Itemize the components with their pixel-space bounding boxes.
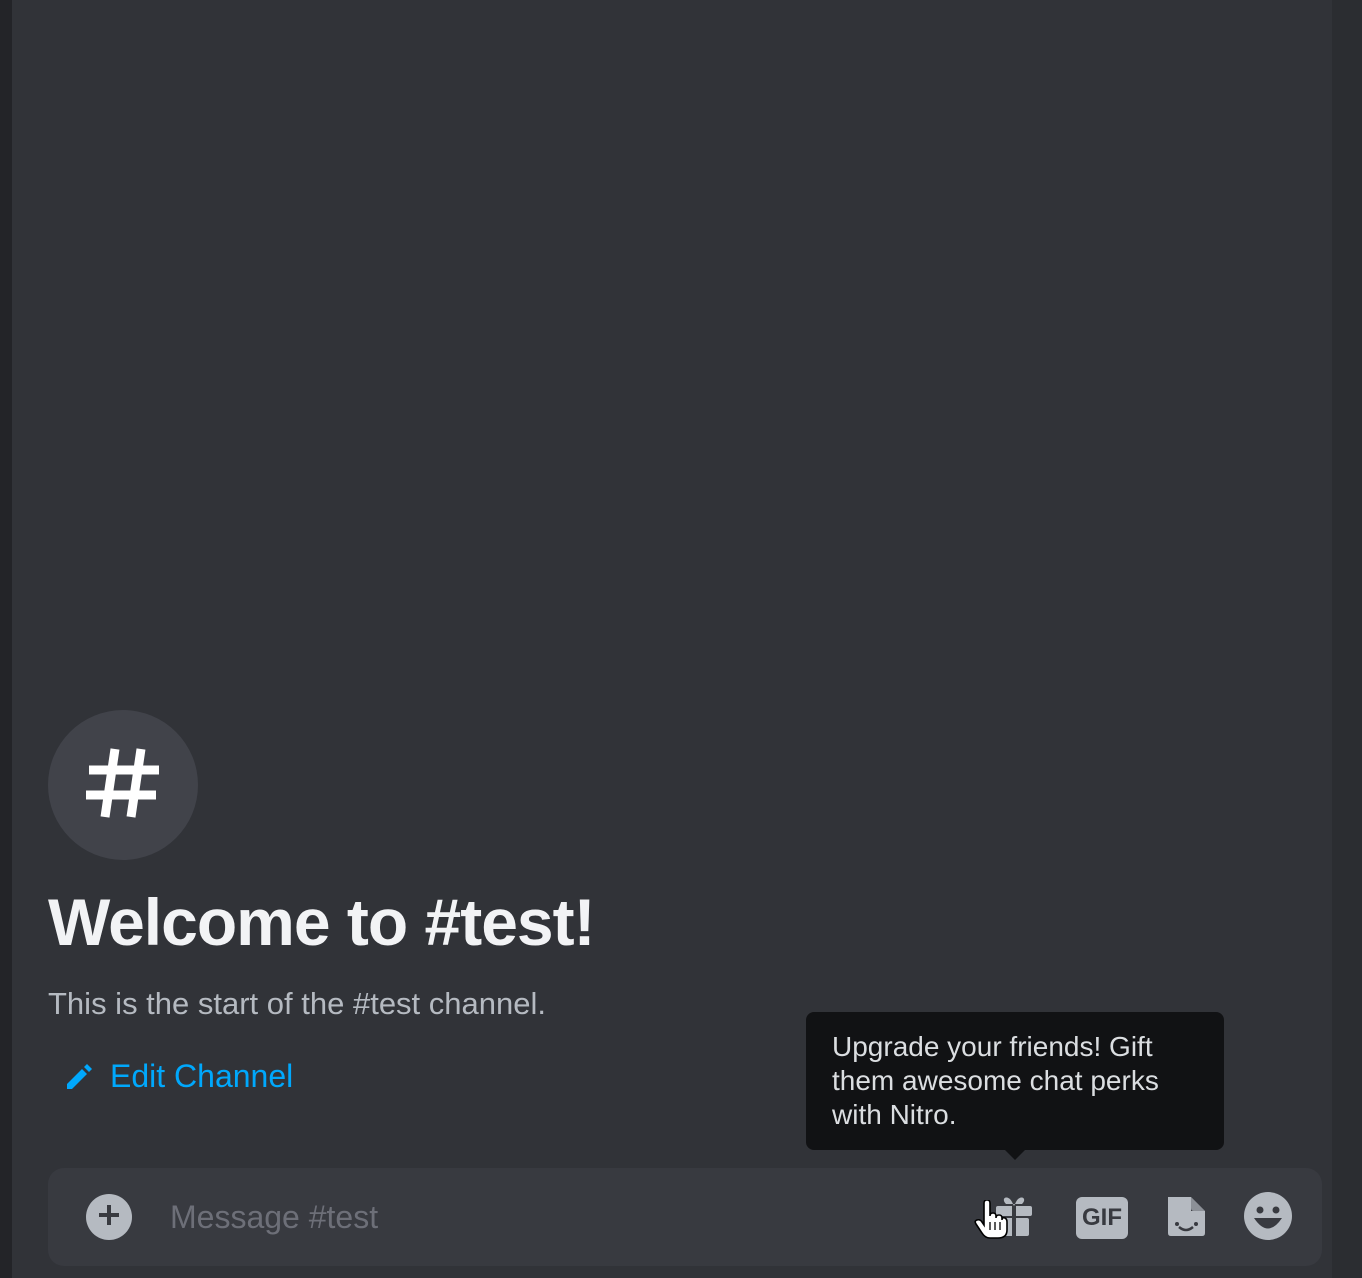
left-divider [0, 0, 12, 1278]
nitro-gift-tooltip: Upgrade your friends! Gift them awesome … [806, 1012, 1224, 1150]
app-window: Welcome to #test! This is the start of t… [0, 0, 1362, 1278]
gift-icon [990, 1192, 1038, 1245]
emoji-icon [1243, 1191, 1293, 1246]
sticker-button[interactable] [1158, 1190, 1214, 1246]
gif-button[interactable]: GIF [1074, 1190, 1130, 1246]
message-composer: GIF [48, 1168, 1322, 1266]
right-divider [1350, 0, 1362, 1278]
edit-channel-link[interactable]: Edit Channel [62, 1058, 293, 1095]
channel-avatar [48, 710, 198, 860]
welcome-title: Welcome to #test! [48, 885, 596, 959]
gift-button[interactable] [986, 1190, 1042, 1246]
scrollbar-track[interactable] [1332, 0, 1350, 1160]
sticker-icon [1163, 1193, 1209, 1244]
pencil-icon [62, 1061, 94, 1093]
hash-icon [83, 743, 163, 828]
attach-button[interactable] [86, 1194, 132, 1240]
plus-circle-icon [96, 1202, 122, 1233]
emoji-button[interactable] [1240, 1190, 1296, 1246]
message-input[interactable] [170, 1192, 930, 1242]
tooltip-text: Upgrade your friends! Gift them awesome … [832, 1031, 1159, 1130]
welcome-subtitle: This is the start of the #test channel. [48, 986, 546, 1021]
edit-channel-label: Edit Channel [110, 1058, 294, 1094]
tooltip-arrow [1004, 1149, 1026, 1160]
gif-label: GIF [1076, 1197, 1128, 1239]
